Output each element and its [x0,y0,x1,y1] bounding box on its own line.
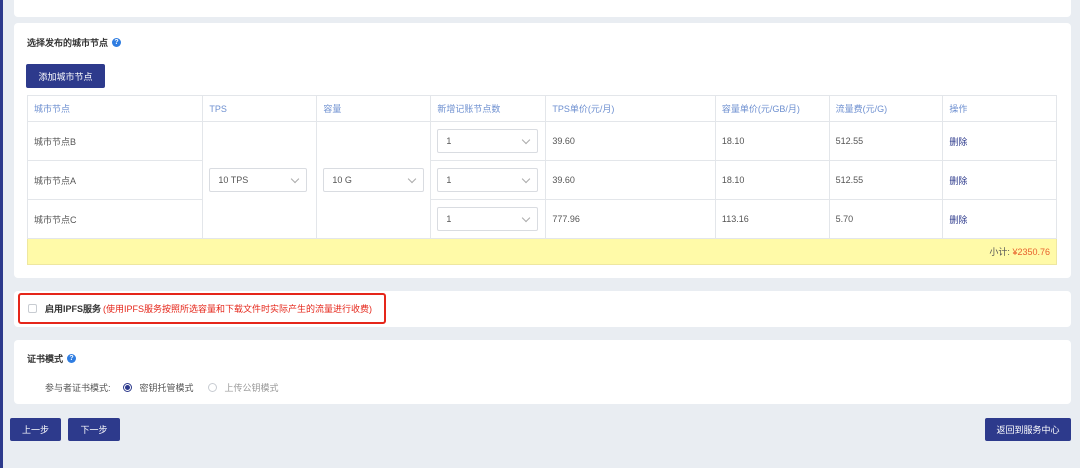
radio-selected-icon[interactable] [122,383,132,392]
prev-step-button[interactable]: 上一步 [10,418,61,441]
cell-capacity-price: 113.16 [714,199,830,239]
cert-mode-row: 参与者证书模式: 密钥托管模式 上传公钥模式 [45,381,293,394]
table-row: 城市节点C 1 777.96 113.16 5.70 删除 [26,199,1057,239]
tps-cell: 10 TPS [202,121,318,239]
subtotal-cell: 小计: ¥2350.76 [27,238,1057,265]
cert-mode-label: 参与者证书模式: [45,383,111,393]
help-icon[interactable]: ? [112,38,122,47]
delete-link[interactable]: 删除 [949,137,967,147]
new-nodes-select[interactable]: 1 [437,207,539,231]
cell-city: 城市节点B [26,121,204,161]
capacity-select[interactable]: 10 G [323,168,425,192]
new-nodes-select[interactable]: 1 [437,129,539,153]
nodes-section-title: 选择发布的城市节点 ? [27,36,122,49]
cell-city: 城市节点C [26,199,204,239]
cell-tps-price: 39.60 [545,121,716,161]
capacity-cell: 10 G [316,121,432,239]
cell-capacity-price: 18.10 [714,160,830,200]
col-header-capacity-price: 容量单价(元/GB/月) [714,95,830,122]
table-row: 城市节点B 10 TPS 10 G 1 39.60 18.10 512.55 删… [26,121,1057,239]
col-header-capacity: 容量 [316,95,432,122]
radio-upload-public-key[interactable]: 上传公钥模式 [207,381,279,394]
table-header-row: 城市节点 TPS 容量 新增记账节点数 TPS单价(元/月) 容量单价(元/GB… [26,95,1057,122]
chevron-down-icon [291,174,300,183]
cell-new-nodes: 1 [430,160,547,200]
col-header-city: 城市节点 [26,95,204,122]
cell-action: 删除 [942,160,1057,200]
previous-section-card [14,0,1071,17]
cell-action: 删除 [942,121,1057,161]
certificate-section: 证书模式 ? 参与者证书模式: 密钥托管模式 上传公钥模式 [14,340,1071,404]
delete-link[interactable]: 删除 [949,176,967,186]
cell-traffic-fee: 5.70 [828,199,944,239]
subtotal-row: 小计: ¥2350.76 [27,238,1057,265]
cert-section-title: 证书模式 ? [27,352,77,365]
table-row: 城市节点A 1 39.60 18.10 512.55 删除 [26,160,1057,200]
col-header-traffic-fee: 流量费(元/G) [828,95,944,122]
cell-city: 城市节点A [26,160,204,200]
subtotal-amount: ¥2350.76 [1012,247,1050,257]
radio-key-custody[interactable]: 密钥托管模式 [122,381,194,394]
cell-capacity-price: 18.10 [714,121,830,161]
help-icon[interactable]: ? [67,354,77,363]
new-nodes-select[interactable]: 1 [437,168,539,192]
chevron-down-icon [522,213,531,222]
cell-traffic-fee: 512.55 [828,160,944,200]
left-accent-bar [0,0,3,468]
cell-traffic-fee: 512.55 [828,121,944,161]
cell-new-nodes: 1 [430,199,547,239]
cell-tps-price: 777.96 [545,199,716,239]
ipfs-option-highlight: 启用IPFS服务 (使用IPFS服务按照所选容量和下载文件时实际产生的流量进行收… [18,293,386,324]
chevron-down-icon [522,174,531,183]
col-header-action: 操作 [942,95,1057,122]
ipfs-checkbox[interactable] [28,304,37,313]
city-nodes-section: 选择发布的城市节点 ? 添加城市节点 城市节点 TPS 容量 新增记账节点数 T… [14,23,1071,278]
ipfs-label[interactable]: 启用IPFS服务 [45,302,101,315]
chevron-down-icon [408,174,417,183]
radio-unselected-icon[interactable] [207,383,217,392]
col-header-tps-price: TPS单价(元/月) [545,95,716,122]
cell-tps-price: 39.60 [545,160,716,200]
next-step-button[interactable]: 下一步 [68,418,120,441]
subtotal: 小计: ¥2350.76 [989,247,1050,257]
col-header-new-nodes: 新增记账节点数 [430,95,547,122]
col-header-tps: TPS [202,95,318,122]
ipfs-note: (使用IPFS服务按照所选容量和下载文件时实际产生的流量进行收费) [103,304,373,314]
tps-select[interactable]: 10 TPS [209,168,308,192]
delete-link[interactable]: 删除 [949,215,967,225]
cell-action: 删除 [942,199,1057,239]
chevron-down-icon [522,135,531,144]
city-nodes-table: 城市节点 TPS 容量 新增记账节点数 TPS单价(元/月) 容量单价(元/GB… [26,95,1057,265]
add-city-node-button[interactable]: 添加城市节点 [26,64,105,88]
back-to-service-center-button[interactable]: 返回到服务中心 [985,418,1071,441]
cell-new-nodes: 1 [430,121,547,161]
